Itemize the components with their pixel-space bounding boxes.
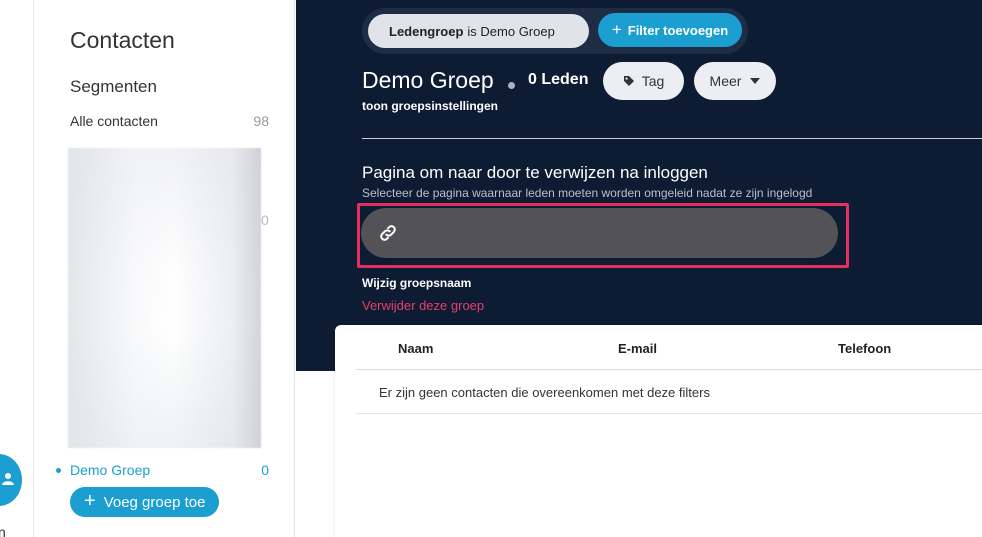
contacts-nav-button[interactable] <box>0 454 22 506</box>
rename-group-link[interactable]: Wijzig groepsnaam <box>362 276 471 290</box>
plus-icon: + <box>84 490 96 512</box>
add-group-button[interactable]: + Voeg groep toe <box>70 487 220 517</box>
separator-dot <box>508 82 515 89</box>
sidebar-item-label: Demo Groep <box>70 462 151 478</box>
more-label: Meer <box>709 73 742 89</box>
add-filter-button[interactable]: + Filter toevoegen <box>598 13 742 47</box>
link-icon <box>380 225 396 241</box>
left-rail: n <box>0 0 34 537</box>
group-title: Demo Groep <box>362 67 494 93</box>
sidebar-item-count: 98 <box>253 113 269 129</box>
filter-bar: Ledengroep is Demo Groep + Filter toevoe… <box>362 8 748 54</box>
blurred-segment-list <box>68 148 261 448</box>
header-divider <box>356 369 982 370</box>
blurred-segment-count: 0 <box>261 212 269 228</box>
caret-down-icon <box>750 78 761 84</box>
filter-chip[interactable]: Ledengroep is Demo Groep <box>368 14 589 48</box>
empty-state-message: Er zijn geen contacten die overeenkomen … <box>379 385 710 400</box>
sidebar-item-all-contacts[interactable]: Alle contacten 98 <box>70 113 269 129</box>
rail-label: n <box>0 524 6 537</box>
redirect-title: Pagina om naar door te verwijzen na inlo… <box>362 163 708 182</box>
delete-group-link[interactable]: Verwijder deze groep <box>362 298 484 313</box>
more-button[interactable]: Meer <box>694 62 776 100</box>
active-dot-icon <box>56 468 61 473</box>
row-divider <box>356 413 982 414</box>
sidebar-item-demo-groep[interactable]: Demo Groep 0 <box>56 462 269 478</box>
add-filter-label: Filter toevoegen <box>627 22 729 38</box>
sidebar-title: Contacten <box>70 27 175 53</box>
tag-label: Tag <box>641 73 665 89</box>
redirect-subtitle: Selecteer de pagina waarnaar leden moete… <box>362 186 813 200</box>
sidebar-item-count: 0 <box>261 462 269 478</box>
member-count: 0 Leden <box>528 71 589 88</box>
column-header-name[interactable]: Naam <box>398 341 433 356</box>
user-icon <box>2 473 14 485</box>
group-settings-link[interactable]: toon groepsinstellingen <box>362 99 498 113</box>
group-header: Ledengroep is Demo Groep + Filter toevoe… <box>296 0 982 371</box>
segments-heading: Segmenten <box>70 77 157 96</box>
sidebar-item-label: Alle contacten <box>70 113 158 129</box>
divider <box>362 138 982 139</box>
column-header-phone[interactable]: Telefoon <box>838 341 891 356</box>
tag-button[interactable]: Tag <box>603 62 684 100</box>
redirect-url-input[interactable] <box>361 208 838 258</box>
add-group-label: Voeg groep toe <box>103 493 206 511</box>
filter-chip-value: is Demo Groep <box>467 23 555 39</box>
column-header-email[interactable]: E-mail <box>618 341 657 356</box>
contacts-sidebar: Contacten Segmenten Alle contacten 98 0 … <box>35 0 295 537</box>
plus-icon: + <box>611 20 622 39</box>
tag-icon <box>623 76 634 86</box>
filter-chip-field: Ledengroep <box>389 23 464 39</box>
contacts-table: Naam E-mail Telefoon Er zijn geen contac… <box>335 325 982 537</box>
